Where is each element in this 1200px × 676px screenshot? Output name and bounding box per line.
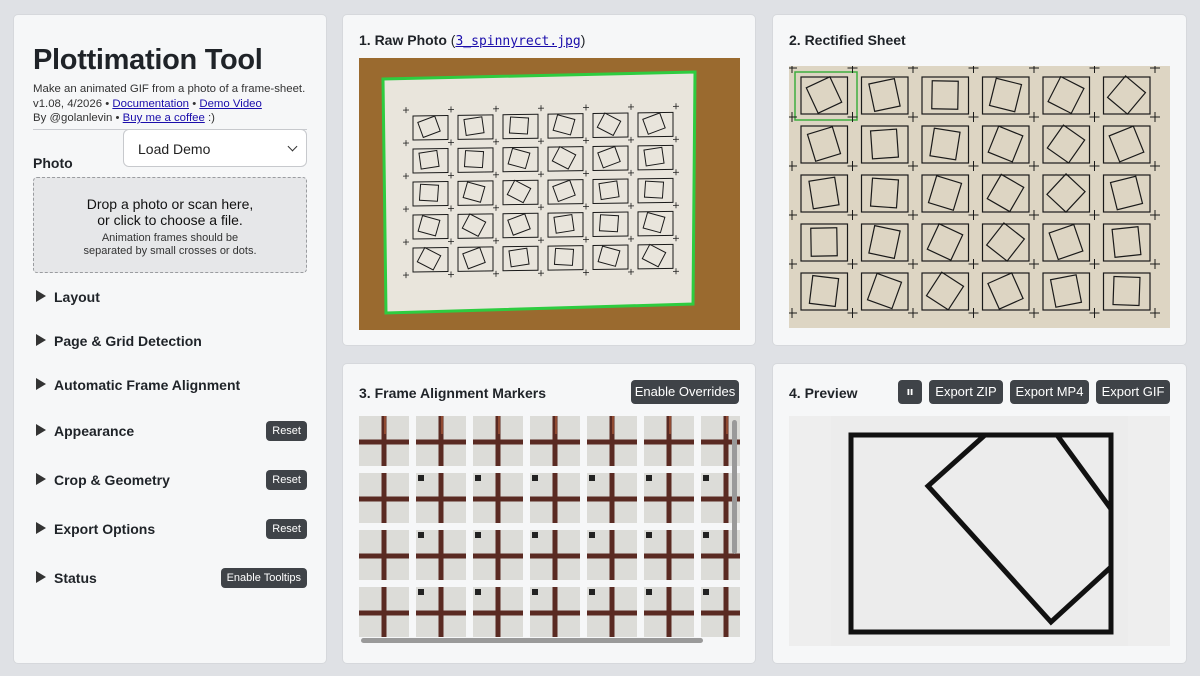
photo-select[interactable]: Load Demo xyxy=(123,129,307,167)
demo-video-link[interactable]: Demo Video xyxy=(199,98,261,110)
rectified-sheet-panel: 2. Rectified Sheet xyxy=(773,15,1186,345)
dropzone-hint2: separated by small crosses or dots. xyxy=(83,244,257,257)
rectified-sheet-image[interactable] xyxy=(789,66,1170,328)
author-text: By @golanlevin xyxy=(33,112,113,124)
panel-title-text: 1. Raw Photo xyxy=(359,32,447,48)
sidebar: Plottimation Tool Make an animated GIF f… xyxy=(14,15,326,663)
preview-image[interactable] xyxy=(789,416,1170,646)
export-mp4-button[interactable]: Export MP4 xyxy=(1010,380,1089,404)
section-crop-geometry[interactable]: Crop & Geometry Reset xyxy=(33,469,307,491)
app-info: Make an animated GIF from a photo of a f… xyxy=(33,82,305,126)
section-export-options[interactable]: Export Options Reset xyxy=(33,518,307,540)
enable-overrides-button[interactable]: Enable Overrides xyxy=(631,380,739,404)
export-zip-button[interactable]: Export ZIP xyxy=(929,380,1003,404)
app-title: Plottimation Tool xyxy=(33,44,263,76)
section-status[interactable]: Status Enable Tooltips xyxy=(33,567,307,589)
paren: ) xyxy=(580,32,586,48)
raw-photo-svg xyxy=(359,58,740,330)
section-label: Layout xyxy=(54,289,100,305)
pause-button[interactable] xyxy=(898,380,922,404)
section-label: Page & Grid Detection xyxy=(54,333,202,349)
preview-title: 4. Preview xyxy=(789,385,858,401)
export-gif-button[interactable]: Export GIF xyxy=(1096,380,1170,404)
section-label: Export Options xyxy=(54,521,156,537)
markers-horizontal-scrollbar[interactable] xyxy=(361,638,703,643)
buy-coffee-link[interactable]: Buy me a coffee xyxy=(123,112,205,124)
raw-photo-filename-link[interactable]: 3_spinnyrect.jpg xyxy=(455,34,580,49)
chevron-down-icon xyxy=(287,141,298,152)
markers-svg xyxy=(359,416,740,644)
crop-geometry-reset-button[interactable]: Reset xyxy=(266,470,307,490)
rectified-sheet-svg xyxy=(789,66,1170,328)
preview-panel: 4. Preview Export ZIP Export MP4 Export … xyxy=(773,364,1186,663)
markers-vertical-scrollbar[interactable] xyxy=(732,420,737,554)
section-label: Appearance xyxy=(54,423,135,439)
disclosure-triangle-icon xyxy=(36,424,46,436)
author-line: By @golanlevin • Buy me a coffee :) xyxy=(33,111,305,126)
markers-grid[interactable] xyxy=(359,416,740,644)
disclosure-triangle-icon xyxy=(36,290,46,302)
dropzone-hint1: Animation frames should be xyxy=(101,232,239,244)
section-label: Automatic Frame Alignment xyxy=(54,377,241,393)
disclosure-triangle-icon xyxy=(36,522,46,534)
markers-title: 3. Frame Alignment Markers xyxy=(359,385,546,401)
disclosure-triangle-icon xyxy=(36,334,46,346)
raw-photo-title: 1. Raw Photo (3_spinnyrect.jpg) xyxy=(359,32,585,49)
appearance-reset-button[interactable]: Reset xyxy=(266,421,307,441)
separator: • xyxy=(105,97,110,110)
frame-alignment-markers-panel: 3. Frame Alignment Markers Enable Overri… xyxy=(343,364,755,663)
raw-photo-panel: 1. Raw Photo (3_spinnyrect.jpg) xyxy=(343,15,755,345)
tagline: Make an animated GIF from a photo of a f… xyxy=(33,83,306,95)
enable-tooltips-button[interactable]: Enable Tooltips xyxy=(220,568,307,588)
section-automatic-frame-alignment[interactable]: Automatic Frame Alignment xyxy=(33,374,307,396)
section-label: Status xyxy=(54,570,97,586)
preview-svg xyxy=(831,416,1128,646)
photo-label: Photo xyxy=(33,155,73,171)
section-appearance[interactable]: Appearance Reset xyxy=(33,420,307,442)
rectified-sheet-title: 2. Rectified Sheet xyxy=(789,32,906,48)
photo-select-value: Load Demo xyxy=(138,141,211,157)
pause-icon xyxy=(907,389,913,395)
separator: • xyxy=(192,97,197,110)
disclosure-triangle-icon xyxy=(36,473,46,485)
disclosure-triangle-icon xyxy=(36,571,46,583)
version-text: v1.08, 4/2026 xyxy=(33,97,103,110)
version-line: v1.08, 4/2026 • Documentation • Demo Vid… xyxy=(33,97,305,112)
export-options-reset-button[interactable]: Reset xyxy=(266,519,307,539)
smiley-text: :) xyxy=(207,112,215,124)
separator: • xyxy=(115,112,120,124)
dropzone-line1: Drop a photo or scan here, xyxy=(86,196,254,212)
raw-photo-image[interactable] xyxy=(359,58,740,330)
section-layout[interactable]: Layout xyxy=(33,286,307,308)
photo-dropzone[interactable]: Drop a photo or scan here, or click to c… xyxy=(33,177,307,273)
dropzone-line2: or click to choose a file. xyxy=(97,212,243,228)
documentation-link[interactable]: Documentation xyxy=(112,98,189,110)
section-label: Crop & Geometry xyxy=(54,472,170,488)
disclosure-triangle-icon xyxy=(36,378,46,390)
section-page-grid-detection[interactable]: Page & Grid Detection xyxy=(33,330,307,352)
